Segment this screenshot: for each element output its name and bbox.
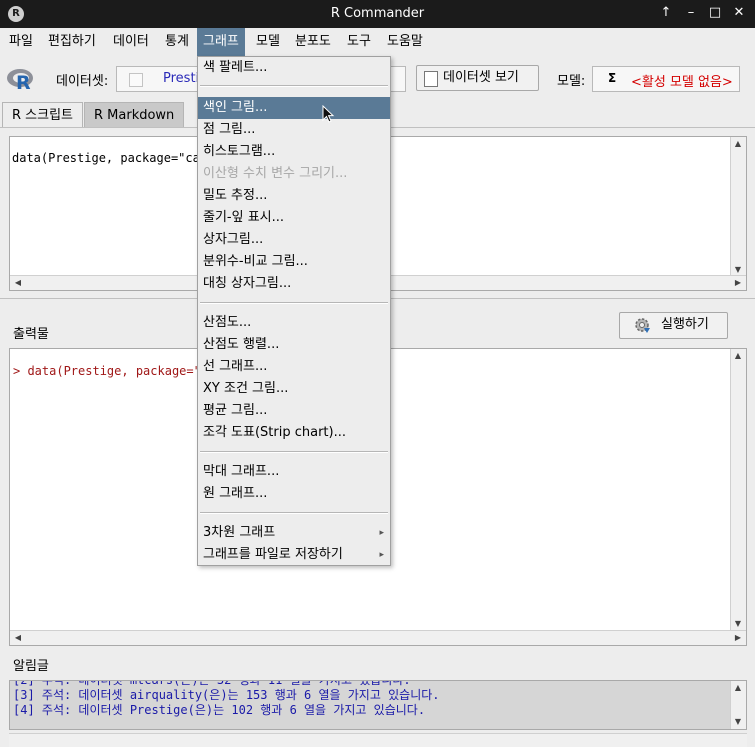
- view-dataset-button[interactable]: 데이터셋 보기: [416, 65, 539, 91]
- menu-item-3d-graph[interactable]: 3차원 그래프 ▸: [198, 522, 390, 544]
- dataset-selector[interactable]: Prestige: [116, 66, 215, 92]
- menu-item-scatterplot[interactable]: 산점도...: [198, 312, 390, 334]
- run-button[interactable]: 실행하기: [619, 312, 728, 339]
- menu-bar: 파일 편집하기 데이터 통계 그래프 모델 분포도 도구 도움말: [0, 28, 755, 56]
- messages-hscrollbar[interactable]: [9, 733, 747, 747]
- script-vscrollbar[interactable]: ▲ ▼: [730, 137, 746, 277]
- output-label: 출력물: [13, 327, 49, 342]
- view-dataset-icon: [424, 71, 438, 87]
- model-value: <활성 모델 없음>: [631, 75, 733, 90]
- minimize-icon[interactable]: –: [683, 5, 699, 21]
- script-line: data(Prestige, package="car"): [12, 151, 222, 165]
- keep-above-icon[interactable]: ↑: [658, 5, 674, 21]
- menu-help[interactable]: 도움말: [381, 28, 429, 56]
- menu-item-plot-of-means[interactable]: 평균 그림...: [198, 400, 390, 422]
- scroll-right-icon[interactable]: ▶: [731, 632, 745, 644]
- message-line-4: [4] 주석: 데이터셋 Prestige(은)는 102 행과 6 열을 가지…: [13, 703, 426, 717]
- menu-distributions[interactable]: 분포도: [289, 28, 337, 56]
- menu-separator: [200, 512, 388, 514]
- scroll-up-icon[interactable]: ▲: [731, 350, 745, 362]
- title-bar: R R Commander ↑ – □ ✕: [0, 0, 755, 28]
- menu-item-dot-plot[interactable]: 점 그림...: [198, 119, 390, 141]
- scroll-left-icon[interactable]: ◀: [11, 277, 25, 289]
- menu-item-boxplot[interactable]: 상자그림...: [198, 229, 390, 251]
- menu-item-discrete-plot: 이산형 수치 변수 그리기...: [203, 166, 348, 181]
- r-logo: R: [6, 66, 36, 94]
- menu-tools[interactable]: 도구: [341, 28, 377, 56]
- menu-item-strip-chart[interactable]: 조각 도표(Strip chart)...: [198, 422, 390, 444]
- scroll-up-icon[interactable]: ▲: [731, 682, 745, 694]
- mouse-cursor-icon: [322, 104, 336, 125]
- menu-item-stem-leaf[interactable]: 줄기-잎 표시...: [198, 207, 390, 229]
- output-hscrollbar[interactable]: ◀ ▶: [10, 630, 746, 645]
- menu-models[interactable]: 모델: [250, 28, 286, 56]
- dataset-label: 데이터셋:: [56, 74, 109, 89]
- menu-graphs[interactable]: 그래프: [197, 28, 245, 56]
- menu-item-save-graph[interactable]: 그래프를 파일로 저장하기 ▸: [198, 544, 390, 566]
- menu-item-histogram[interactable]: 히스토그램...: [198, 141, 390, 163]
- messages-label: 알림글: [13, 659, 49, 674]
- menu-item-pie-chart[interactable]: 원 그래프...: [198, 483, 390, 505]
- svg-text:R: R: [16, 72, 31, 92]
- model-selector[interactable]: Σ <활성 모델 없음>: [592, 66, 740, 92]
- scroll-down-icon[interactable]: ▼: [731, 716, 745, 728]
- submenu-arrow-icon: ▸: [379, 528, 384, 538]
- messages-pane[interactable]: [2] 주석: 데이터셋 mtcars(은)는 32 행과 11 열을 가지고 …: [9, 680, 747, 730]
- menu-item-color-palette[interactable]: 색 팔레트...: [198, 57, 390, 79]
- edit-dataset-button-edge[interactable]: [390, 66, 406, 92]
- menu-statistics[interactable]: 통계: [159, 28, 195, 56]
- menu-item-symmetry-boxplot[interactable]: 대칭 상자그림...: [198, 273, 390, 295]
- menu-separator: [200, 85, 388, 87]
- maximize-icon[interactable]: □: [707, 5, 723, 21]
- graphs-dropdown-menu: 색 팔레트... 색인 그림... 점 그림... 히스토그램... 이산형 수…: [197, 56, 391, 566]
- menu-item-bar-graph[interactable]: 막대 그래프...: [198, 461, 390, 483]
- model-label: 모델:: [557, 74, 586, 89]
- scroll-up-icon[interactable]: ▲: [731, 138, 745, 150]
- menu-item-density-estimate[interactable]: 밀도 추정...: [198, 185, 390, 207]
- menu-item-index-plot[interactable]: 색인 그림...: [198, 97, 390, 119]
- menu-item-scatterplot-matrix[interactable]: 산점도 행렬...: [198, 334, 390, 356]
- menu-edit[interactable]: 편집하기: [42, 28, 102, 56]
- tab-r-script[interactable]: R 스크립트: [2, 102, 84, 128]
- gear-icon: [633, 316, 651, 334]
- menu-data[interactable]: 데이터: [107, 28, 155, 56]
- submenu-arrow-icon: ▸: [379, 550, 384, 560]
- menu-file[interactable]: 파일: [3, 28, 39, 56]
- dataset-table-icon: [129, 73, 143, 87]
- sigma-icon: Σ: [608, 71, 617, 85]
- menu-item-line-graph[interactable]: 선 그래프...: [198, 356, 390, 378]
- scroll-left-icon[interactable]: ◀: [11, 632, 25, 644]
- menu-separator: [200, 302, 388, 304]
- close-icon[interactable]: ✕: [731, 5, 747, 21]
- menu-separator: [200, 451, 388, 453]
- menu-item-qq-plot[interactable]: 분위수-비교 그림...: [198, 251, 390, 273]
- messages-vscrollbar[interactable]: ▲ ▼: [730, 681, 746, 729]
- tab-r-markdown[interactable]: R Markdown: [84, 102, 185, 128]
- window-title: R Commander: [330, 6, 425, 21]
- scroll-down-icon[interactable]: ▼: [731, 618, 745, 630]
- menu-item-xy-conditioning[interactable]: XY 조건 그림...: [198, 378, 390, 400]
- output-vscrollbar[interactable]: ▲ ▼: [730, 349, 746, 631]
- scroll-right-icon[interactable]: ▶: [731, 277, 745, 289]
